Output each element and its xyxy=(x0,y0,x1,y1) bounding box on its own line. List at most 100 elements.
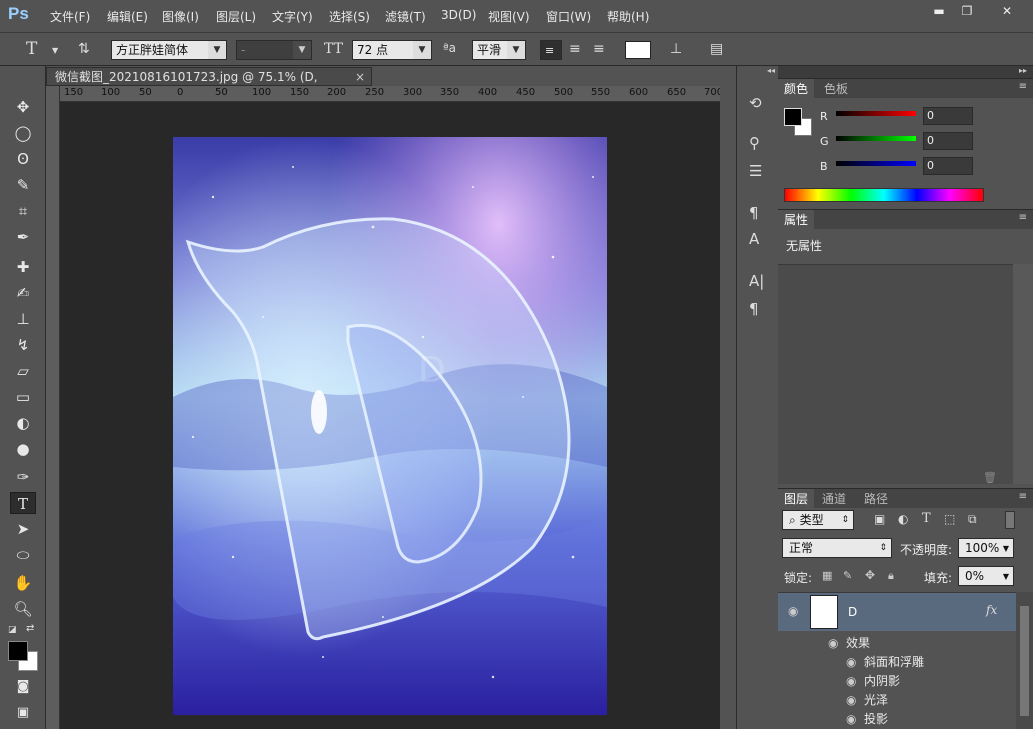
menu-filter[interactable]: 滤镜(T) xyxy=(385,8,426,25)
effect-drop-shadow[interactable]: 投影 xyxy=(864,710,888,727)
color-foreground-swatch[interactable] xyxy=(784,108,802,126)
healing-brush-tool-icon[interactable]: ✚ xyxy=(10,256,36,278)
toggle-orientation-icon[interactable]: ⇅ xyxy=(78,41,90,57)
ellipse-tool-icon[interactable]: ⬭ xyxy=(10,544,36,566)
paragraph-panel-icon[interactable]: ¶ xyxy=(749,300,759,318)
crop-tool-icon[interactable]: ⌗ xyxy=(10,200,36,222)
path-select-tool-icon[interactable]: ➤ xyxy=(10,518,36,540)
clone-stamp-tool-icon[interactable]: ⊥ xyxy=(10,308,36,330)
collapse-panels-icon[interactable]: ▸▸ xyxy=(778,66,1033,78)
menu-type[interactable]: 文字(Y) xyxy=(272,8,313,25)
paragraph-styles-icon[interactable]: ¶ xyxy=(749,204,759,222)
tool-preset-arrow-icon[interactable]: ▼ xyxy=(52,46,58,55)
tab-properties[interactable]: 属性 xyxy=(778,210,815,230)
filter-shape-icon[interactable]: ⬚ xyxy=(944,512,955,526)
eye-icon[interactable]: ◉ xyxy=(846,655,856,669)
menu-view[interactable]: 视图(V) xyxy=(488,8,530,25)
panel-menu-icon[interactable]: ≡ xyxy=(1019,81,1027,92)
menu-edit[interactable]: 编辑(E) xyxy=(107,8,148,25)
lasso-tool-icon[interactable]: ʘ xyxy=(10,148,36,170)
layers-scrollbar[interactable] xyxy=(1016,592,1033,729)
foreground-color-swatch[interactable] xyxy=(8,641,28,661)
pen-tool-icon[interactable]: ✑ xyxy=(10,466,36,488)
eye-icon[interactable]: ◉ xyxy=(846,712,856,726)
trash-icon[interactable]: 🗑︎ xyxy=(983,471,997,484)
panel-menu-icon[interactable]: ≡ xyxy=(1019,491,1027,502)
default-colors-icon[interactable]: ◪ xyxy=(8,625,17,635)
restore-button[interactable]: ❐ xyxy=(952,2,982,20)
swap-colors-icon[interactable]: ⇄ xyxy=(26,623,34,634)
lock-position-icon[interactable]: ✥ xyxy=(865,568,875,582)
panel-menu-icon[interactable]: ≡ xyxy=(1019,212,1027,223)
gradient-tool-icon[interactable]: ▭ xyxy=(10,386,36,408)
blur-tool-icon[interactable]: ◐ xyxy=(10,412,36,434)
antialias-select[interactable]: 平滑 ▼ xyxy=(472,40,526,60)
eye-icon[interactable]: ◉ xyxy=(846,693,856,707)
r-value[interactable]: 0 xyxy=(923,107,973,125)
fill-field[interactable]: 0% ▼ xyxy=(958,566,1014,586)
align-center-icon[interactable]: ≡ xyxy=(569,41,581,57)
tab-layers[interactable]: 图层 xyxy=(778,489,815,509)
color-spectrum-bar[interactable] xyxy=(784,188,984,202)
b-value[interactable]: 0 xyxy=(923,157,973,175)
effect-inner-shadow[interactable]: 内阴影 xyxy=(864,672,900,689)
tab-swatches[interactable]: 色板 xyxy=(818,79,854,99)
g-value[interactable]: 0 xyxy=(923,132,973,150)
align-right-icon[interactable]: ≡ xyxy=(593,41,605,57)
text-color-swatch[interactable] xyxy=(625,41,651,59)
history-icon[interactable]: ⟲ xyxy=(749,94,762,112)
quick-select-tool-icon[interactable]: ✎ xyxy=(10,174,36,196)
filter-adjustment-icon[interactable]: ◐ xyxy=(898,512,908,526)
eyedropper-tool-icon[interactable]: ✒ xyxy=(10,226,36,248)
character-panel-icon[interactable]: A| xyxy=(749,272,764,290)
eye-icon[interactable]: ◉ xyxy=(846,674,856,688)
zoom-tool-icon[interactable]: 🔍︎ xyxy=(10,598,36,620)
horizontal-type-tool-icon[interactable]: T xyxy=(10,492,36,514)
menu-help[interactable]: 帮助(H) xyxy=(607,8,649,25)
brush-tool-icon[interactable]: ✍ xyxy=(10,282,36,304)
opacity-field[interactable]: 100% ▼ xyxy=(958,538,1014,558)
filter-toggle[interactable] xyxy=(1005,511,1015,529)
dodge-tool-icon[interactable]: ● xyxy=(10,438,36,460)
character-panel-icon[interactable]: ▤ xyxy=(710,41,723,57)
r-slider[interactable] xyxy=(836,111,916,116)
hand-tool-icon[interactable]: ✋ xyxy=(10,572,36,594)
menu-3d[interactable]: 3D(D) xyxy=(441,8,476,22)
g-slider[interactable] xyxy=(836,136,916,141)
document-canvas[interactable]: D xyxy=(173,137,607,715)
tab-channels[interactable]: 通道 xyxy=(816,489,852,509)
menu-layer[interactable]: 图层(L) xyxy=(216,8,256,25)
adjustments-icon[interactable]: ☰ xyxy=(749,162,762,180)
vertical-scrollbar[interactable] xyxy=(720,86,736,729)
collapse-dock-icon[interactable]: ◂◂ xyxy=(737,66,779,78)
type-tool-icon[interactable]: T xyxy=(26,39,37,59)
quick-mask-icon[interactable]: ◙ xyxy=(10,676,36,698)
scrollbar-thumb[interactable] xyxy=(1020,606,1029,716)
layer-row-d[interactable]: ◉ D fx xyxy=(778,593,1016,631)
document-tab[interactable]: 微信截图_20210816101723.jpg @ 75.1% (D, RGB/… xyxy=(46,67,372,102)
eye-icon[interactable]: ◉ xyxy=(788,604,798,618)
effect-satin[interactable]: 光泽 xyxy=(864,691,888,708)
properties-scrollbar[interactable] xyxy=(1013,264,1033,484)
minimize-button[interactable]: ▬ xyxy=(924,2,954,20)
move-tool-icon[interactable]: ✥ xyxy=(10,96,36,118)
tab-paths[interactable]: 路径 xyxy=(858,489,894,509)
layer-filter-select[interactable]: ⌕ 类型 ⇕ xyxy=(782,510,854,530)
marquee-tool-icon[interactable]: ◯ xyxy=(10,122,36,144)
lock-transparent-icon[interactable]: ▦ xyxy=(822,569,832,582)
lock-all-icon[interactable]: 🔒︎ xyxy=(888,569,894,583)
filter-type-icon[interactable]: T xyxy=(922,511,931,526)
tab-color[interactable]: 颜色 xyxy=(778,79,815,99)
brush-presets-icon[interactable]: ⚲ xyxy=(749,134,760,152)
blend-mode-select[interactable]: 正常 ⇕ xyxy=(782,538,892,558)
filter-pixel-icon[interactable]: ▣ xyxy=(874,512,885,526)
close-tab-icon[interactable]: × xyxy=(355,68,365,86)
font-style-select[interactable]: - ▼ xyxy=(236,40,312,60)
menu-image[interactable]: 图像(I) xyxy=(162,8,199,25)
menu-window[interactable]: 窗口(W) xyxy=(546,8,591,25)
b-slider[interactable] xyxy=(836,161,916,166)
font-family-select[interactable]: 方正胖娃简体 ▼ xyxy=(111,40,227,60)
fx-icon[interactable]: fx xyxy=(986,603,997,617)
close-window-button[interactable]: ✕ xyxy=(984,2,1030,20)
screen-mode-icon[interactable]: ▣ xyxy=(10,702,36,724)
